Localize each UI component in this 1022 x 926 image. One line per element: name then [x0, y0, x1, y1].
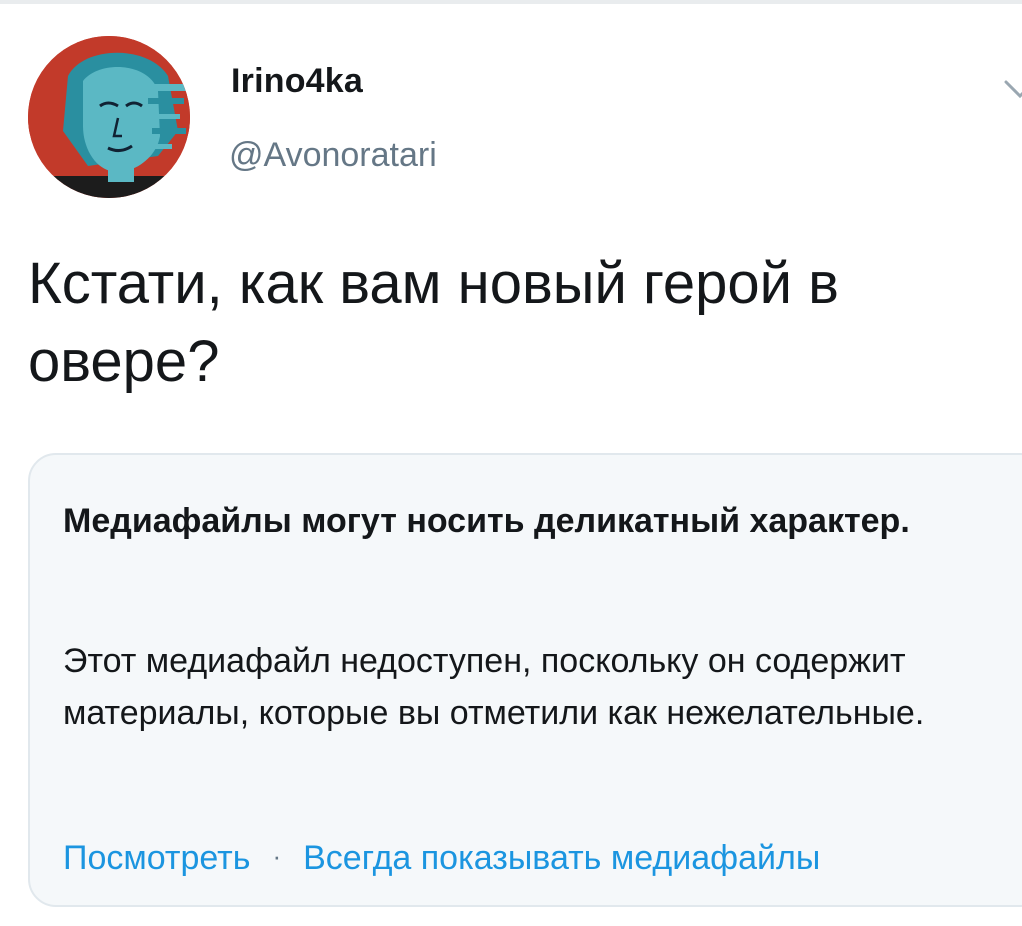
sensitive-media-description: Этот медиафайл недоступен, поскольку он …: [63, 642, 925, 732]
sensitive-media-card: Медиафайлы могут носить деликатный харак…: [28, 453, 1022, 907]
separator-dot: ·: [272, 841, 282, 871]
tweet-text: Кстати, как вам новый герой в овере?: [28, 251, 839, 394]
author-handle[interactable]: @Avonoratari: [229, 136, 437, 175]
view-media-link[interactable]: Посмотреть: [63, 839, 250, 877]
chevron-down-icon[interactable]: [1000, 70, 1022, 110]
sensitive-media-actions: Посмотреть · Всегда показывать медиафайлы: [63, 830, 820, 884]
avatar-image: [28, 36, 190, 198]
sensitive-media-title: Медиафайлы могут носить деликатный харак…: [63, 502, 910, 540]
author-display-name[interactable]: Irino4ka: [231, 62, 363, 101]
avatar[interactable]: [28, 36, 190, 198]
always-show-media-link[interactable]: Всегда показывать медиафайлы: [303, 839, 820, 877]
tweet: Irino4ka @Avonoratari Кстати, как вам но…: [0, 0, 1022, 926]
